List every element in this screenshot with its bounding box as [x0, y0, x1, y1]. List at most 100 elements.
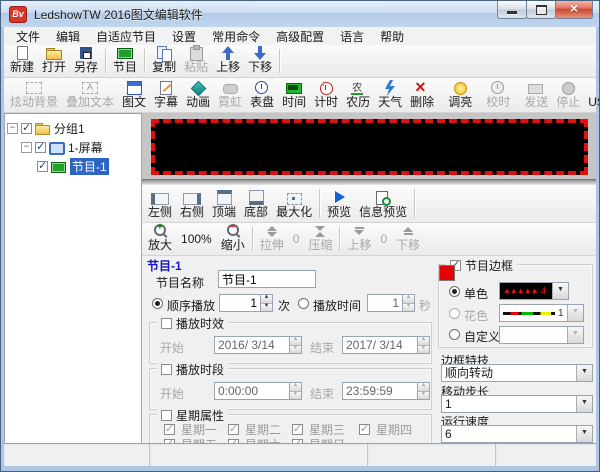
neon-button: 霓虹 — [214, 79, 246, 111]
start-label: 开始 — [160, 385, 184, 402]
toolbar-separator — [252, 227, 253, 251]
time-button[interactable]: 时间 — [278, 79, 310, 111]
button-label: 信息预览 — [359, 206, 407, 219]
button-label: 压缩 — [308, 239, 332, 252]
tree-item-group[interactable]: − 分组1 — [7, 119, 139, 138]
menu-edit[interactable]: 编辑 — [48, 27, 88, 46]
program-header: 节目-1 — [147, 257, 182, 274]
copy-button[interactable]: 复制 — [148, 46, 180, 76]
timer-button[interactable]: 计时 — [310, 79, 342, 111]
dropdown-arrow-icon[interactable] — [552, 283, 568, 299]
screen-label: 1-屏幕 — [68, 139, 103, 156]
new-button[interactable]: 新建 — [6, 46, 38, 76]
zoom-toolbar: 放大 100% 缩小 拉伸 0 压缩 — [142, 223, 596, 256]
weather-button[interactable]: 天气 — [374, 79, 406, 111]
zoom-in-button[interactable]: 放大 — [144, 224, 176, 254]
dropdown-arrow-icon[interactable] — [576, 365, 592, 381]
period-start-time — [214, 382, 302, 400]
led-screen-canvas[interactable] — [151, 119, 588, 175]
play-time-spinner — [367, 294, 415, 312]
button-label: 校时 — [486, 96, 510, 109]
wednesday-checkbox — [292, 424, 303, 435]
brightness-button[interactable]: 调亮 — [444, 79, 476, 111]
align-right-button[interactable]: 右侧 — [176, 186, 208, 221]
spinner-arrows — [417, 336, 430, 354]
play-period-checkbox[interactable] — [161, 364, 172, 375]
menu-advanced-config[interactable]: 高级配置 — [268, 27, 332, 46]
sequence-play-radio[interactable] — [152, 298, 163, 309]
zoom-level-value: 100% — [176, 232, 217, 246]
animation-button[interactable]: 动画 — [182, 79, 214, 111]
tree-item-screen[interactable]: − 1-屏幕 — [7, 138, 139, 157]
zoom-in-icon — [151, 223, 169, 239]
play-validity-checkbox[interactable] — [161, 318, 172, 329]
sequence-count-input[interactable] — [219, 294, 260, 312]
button-label: 顶端 — [212, 206, 236, 219]
single-color-radio[interactable] — [449, 286, 460, 297]
zoom-out-button[interactable]: 缩小 — [217, 224, 249, 254]
button-label: 上移 — [216, 61, 240, 74]
align-left-button[interactable]: 左侧 — [144, 186, 176, 221]
move-down-button[interactable]: 下移 — [244, 46, 276, 76]
custom-border-radio[interactable] — [449, 329, 460, 340]
led-preview-area — [142, 113, 596, 185]
maximize-button[interactable] — [526, 1, 556, 19]
screen-monitor-icon — [49, 142, 65, 154]
menu-language[interactable]: 语言 — [332, 27, 372, 46]
border-effect-dropdown[interactable]: 顺向转动 — [441, 364, 593, 382]
delete-x-icon — [413, 80, 431, 96]
period-start-input — [214, 382, 289, 400]
minimize-button[interactable] — [497, 1, 527, 19]
group-checkbox[interactable] — [21, 123, 32, 134]
zoom-out-icon — [224, 223, 242, 239]
dropdown-arrow-icon[interactable] — [576, 426, 592, 442]
program-screen-icon — [116, 45, 134, 61]
subtitle-button[interactable]: 字幕 — [150, 79, 182, 111]
border-color-swatch[interactable] — [439, 265, 455, 281]
delete-button[interactable]: 删除 — [406, 79, 438, 111]
custom-border-field[interactable] — [499, 326, 584, 344]
info-preview-button[interactable]: 信息预览 — [355, 186, 411, 221]
move-up-button[interactable]: 上移 — [212, 46, 244, 76]
close-button[interactable] — [555, 1, 593, 19]
collapse-icon[interactable]: − — [7, 123, 18, 134]
tree-item-program[interactable]: 节目-1 — [7, 157, 139, 176]
stretch-icon — [263, 223, 281, 239]
program-name-input[interactable] — [218, 270, 316, 288]
align-top-button[interactable]: 顶端 — [208, 186, 240, 221]
preview-button[interactable]: 预览 — [323, 186, 355, 221]
collapse-icon[interactable]: − — [21, 142, 32, 153]
dial-button[interactable]: 表盘 — [246, 79, 278, 111]
open-button[interactable]: 打开 — [38, 46, 70, 76]
single-color-pattern-dropdown[interactable]: ▲▲▲▲▲ 4 — [499, 282, 569, 300]
menu-help[interactable]: 帮助 — [372, 27, 412, 46]
menu-common-commands[interactable]: 常用命令 — [204, 27, 268, 46]
sequence-count-spinner[interactable] — [219, 294, 273, 312]
play-time-radio[interactable] — [298, 298, 309, 309]
weekday-checkbox[interactable] — [161, 410, 172, 421]
dropdown-arrow-icon[interactable] — [576, 396, 592, 412]
end-label: 结束 — [310, 339, 334, 356]
compress-icon — [311, 223, 329, 239]
move-step-dropdown[interactable]: 1 — [441, 395, 593, 413]
maximize-area-button[interactable]: 最大化 — [272, 186, 316, 221]
menu-adaptive-program[interactable]: 自适应节目 — [88, 27, 164, 46]
run-speed-dropdown[interactable]: 6 — [441, 425, 593, 443]
program-checkbox[interactable] — [37, 161, 48, 172]
menu-file[interactable]: 文件 — [8, 27, 48, 46]
menu-settings[interactable]: 设置 — [164, 27, 204, 46]
usb-download-button[interactable]: USB下载 — [584, 79, 600, 111]
preview-scroll-strip[interactable] — [142, 179, 596, 185]
screen-checkbox[interactable] — [35, 142, 46, 153]
shift-up-button: 上移 — [343, 224, 375, 254]
save-as-button[interactable]: 另存 — [70, 46, 102, 76]
lunar-calendar-button[interactable]: 农历 — [342, 79, 374, 111]
multi-pattern-preview: 1 — [500, 305, 567, 321]
button-label: 另存 — [74, 61, 98, 74]
graphic-text-button[interactable]: 图文 — [118, 79, 150, 111]
align-bottom-button[interactable]: 底部 — [240, 186, 272, 221]
time-sync-button: 校时 — [482, 79, 514, 111]
program-button[interactable]: 节目 — [109, 46, 141, 76]
spinner-arrows[interactable] — [260, 294, 273, 312]
lunar-calendar-icon — [349, 80, 367, 96]
